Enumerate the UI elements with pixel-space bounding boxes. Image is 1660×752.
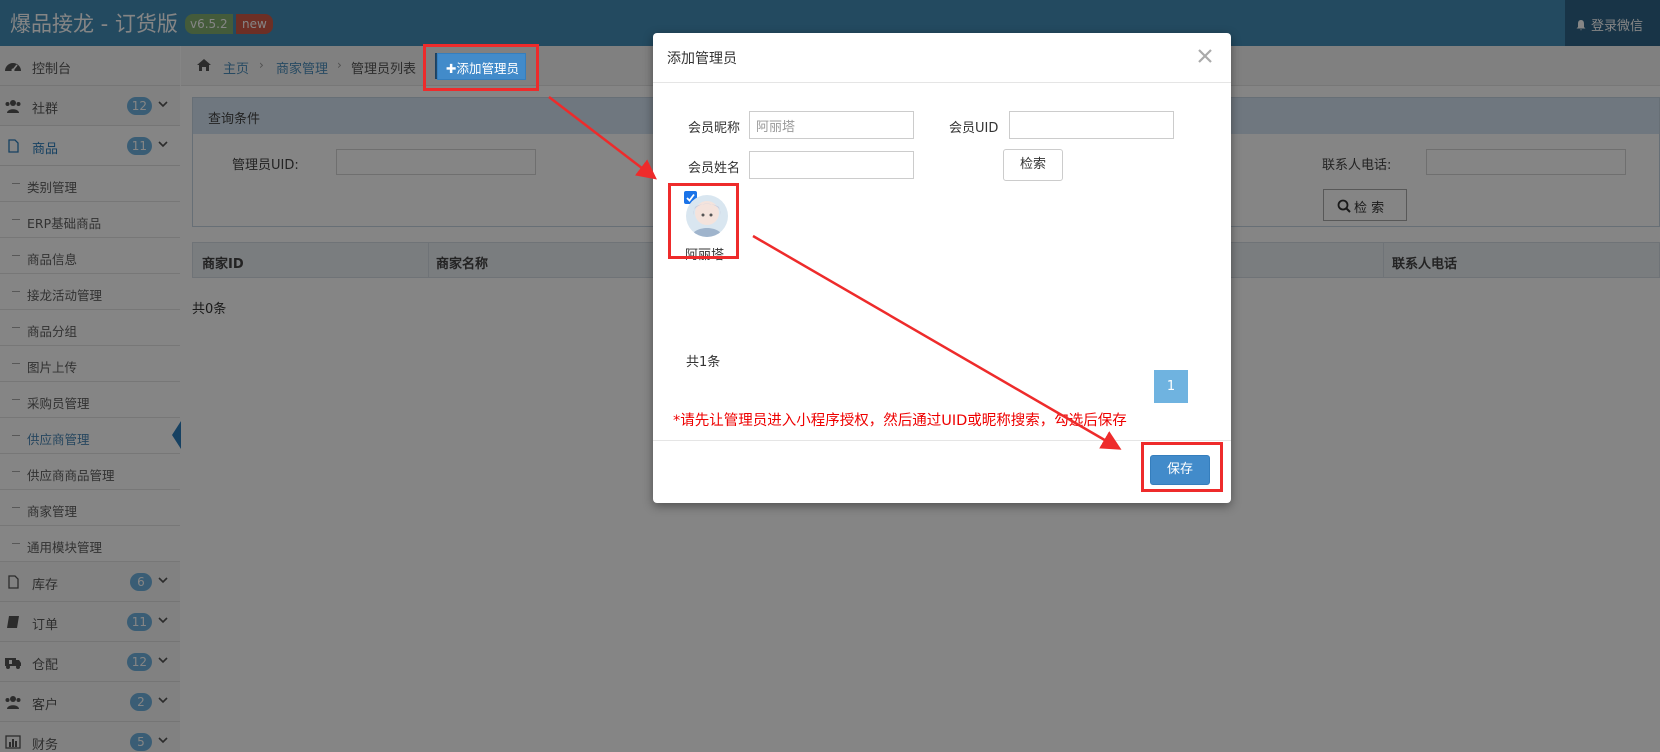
instruction-note: *请先让管理员进入小程序授权，然后通过UID或昵称搜索，勾选后保存 [673, 413, 1127, 429]
highlight-member [668, 183, 739, 259]
close-icon[interactable] [1195, 46, 1215, 66]
modal-header: 添加管理员 [653, 33, 1231, 83]
modal-total: 共1条 [686, 355, 721, 370]
name-input[interactable] [749, 151, 914, 179]
modal-footer-divider [653, 440, 1231, 441]
add-admin-label: 添加管理员 [456, 61, 519, 76]
add-admin-button-highlighted[interactable]: ✚添加管理员 [437, 53, 526, 80]
uid-input[interactable] [1009, 111, 1174, 139]
add-admin-modal: 添加管理员 会员昵称 会员UID 会员姓名 检索 阿丽塔 共1条 1 *请先让管… [653, 33, 1231, 503]
uid-label: 会员UID [949, 121, 999, 136]
pagination-page-1[interactable]: 1 [1154, 370, 1188, 403]
modal-search-button[interactable]: 检索 [1003, 149, 1063, 181]
highlight-save [1141, 442, 1223, 492]
nickname-label: 会员昵称 [688, 121, 741, 136]
plus-icon: ✚ [446, 61, 457, 76]
name-label: 会员姓名 [688, 161, 741, 176]
modal-title: 添加管理员 [667, 51, 737, 67]
nickname-input[interactable] [749, 111, 914, 139]
